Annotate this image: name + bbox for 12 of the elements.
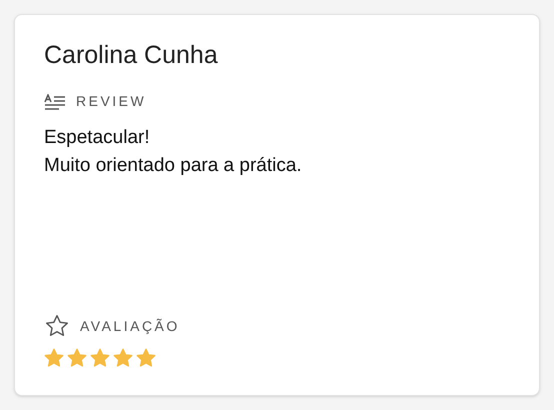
- star-outline-icon: [44, 313, 70, 339]
- star-icon: [66, 347, 88, 369]
- text-format-icon: [44, 94, 66, 110]
- star-icon: [89, 347, 111, 369]
- review-text: Espetacular!: [44, 126, 151, 150]
- reviewer-name: Carolina Cunha: [44, 40, 219, 71]
- review-text: Muito orientado para a prática.: [44, 154, 303, 178]
- star-icon: [135, 347, 157, 369]
- star-icon: [112, 347, 134, 369]
- rating-label: AVALIAÇÃO: [80, 316, 180, 336]
- review-label: REVIEW: [76, 92, 146, 111]
- star-icon: [43, 347, 65, 369]
